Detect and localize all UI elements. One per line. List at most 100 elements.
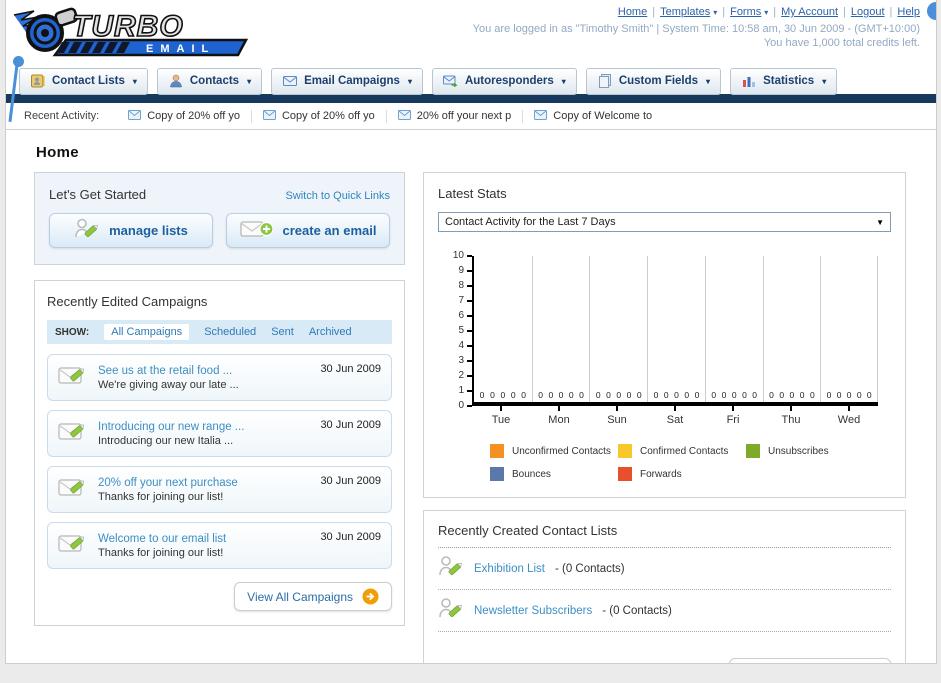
tab-email-campaigns[interactable]: Email Campaigns ▾ [271, 68, 423, 95]
create-an-email-label: create an email [282, 223, 377, 238]
create-an-email-button[interactable]: create an email [226, 213, 390, 248]
recent-activity-item-label: Copy of 20% off yo [147, 110, 240, 122]
filter-archived[interactable]: Archived [309, 326, 352, 338]
nav-separator: | [722, 6, 726, 18]
chevron-down-icon: ▾ [132, 76, 137, 86]
tab-statistics[interactable]: Statistics ▾ [730, 68, 838, 95]
chart-value-label: 0 [769, 390, 774, 400]
tab-contact-lists[interactable]: Contact Lists ▾ [19, 68, 148, 95]
chart-value-labels: 00000 [533, 390, 590, 400]
campaign-item[interactable]: Welcome to our email list Thanks for join… [47, 522, 392, 569]
nav-my-account[interactable]: My Account [781, 6, 838, 18]
tab-autoresponders-label: Autoresponders [464, 75, 554, 87]
view-all-campaigns-button[interactable]: View All Campaigns [234, 582, 392, 611]
chart-value-label: 0 [779, 390, 785, 400]
see-all-contact-lists-button[interactable]: See All Contact Lists [728, 658, 891, 663]
latest-stats-title: Latest Stats [438, 186, 507, 201]
manage-lists-label: manage lists [109, 223, 188, 238]
chevron-down-icon: ▼ [876, 217, 884, 227]
nav-help[interactable]: Help [897, 6, 920, 18]
x-tick-mark [732, 406, 734, 411]
filter-all-campaigns[interactable]: All Campaigns [104, 324, 190, 340]
x-tick-mark [674, 406, 676, 411]
small-envelope-icon [128, 109, 142, 123]
left-column: Let's Get Started Switch to Quick Links … [34, 172, 405, 626]
chart-value-label: 0 [538, 390, 543, 400]
campaign-title-link[interactable]: See us at the retail food ... [98, 365, 239, 377]
tab-email-campaigns-label: Email Campaigns [304, 75, 400, 87]
chart-value-label: 0 [510, 390, 516, 400]
envelope-plus-icon [239, 218, 274, 243]
campaign-date: 30 Jun 2009 [320, 419, 381, 431]
main-content: Home Let's Get Started Switch to Quick L… [6, 130, 936, 663]
x-tick-label: Thu [781, 414, 801, 426]
y-tick-label: 10 [452, 250, 464, 261]
tab-contacts-label: Contacts [189, 75, 240, 87]
campaign-filter-bar: SHOW: All Campaigns Scheduled Sent Archived [47, 320, 392, 344]
right-column: Latest Stats Contact Activity for the La… [423, 172, 906, 663]
contact-list-item[interactable]: Exhibition List - (0 Contacts) [438, 548, 891, 590]
nav-separator: | [843, 6, 846, 18]
recent-activity-item[interactable]: 20% off your next p [387, 109, 524, 123]
switch-to-quick-links-link[interactable]: Switch to Quick Links [285, 190, 390, 202]
recent-activity-item[interactable]: Copy of Welcome to [523, 109, 663, 123]
chart-value-label: 0 [752, 390, 758, 400]
stats-period-dropdown[interactable]: Contact Activity for the Last 7 Days ▼ [438, 212, 891, 232]
view-all-campaigns-label: View All Campaigns [247, 589, 353, 604]
help-bubble-dot [927, 2, 936, 20]
campaign-item[interactable]: Introducing our new range ... Introducing… [47, 410, 392, 457]
y-tick-label: 9 [458, 265, 464, 276]
recent-activity-item[interactable]: Copy of 20% off yo [252, 109, 387, 123]
campaign-date: 30 Jun 2009 [320, 363, 381, 375]
campaign-subtitle: We're giving away our late ... [98, 378, 239, 391]
campaign-title-link[interactable]: 20% off your next purchase [98, 477, 238, 489]
recent-activity-label: Recent Activity: [24, 110, 100, 122]
recent-activity-item[interactable]: Copy of 20% off yo [117, 109, 252, 123]
nav-forms[interactable]: Forms ▾ [730, 6, 768, 18]
nav-logout[interactable]: Logout [851, 6, 885, 18]
contact-list-item[interactable]: Newsletter Subscribers - (0 Contacts) [438, 590, 891, 632]
contact-list-link[interactable]: Newsletter Subscribers [474, 605, 592, 617]
nav-separator: | [773, 6, 777, 18]
filter-sent[interactable]: Sent [271, 326, 294, 338]
x-tick-label: Sat [666, 414, 684, 426]
manage-lists-button[interactable]: manage lists [49, 213, 213, 248]
tab-contacts[interactable]: Contacts ▾ [156, 68, 263, 95]
x-category-cell: Mon [530, 406, 588, 426]
campaign-text: Introducing our new range ... Introducing… [98, 421, 244, 447]
filter-scheduled[interactable]: Scheduled [204, 326, 256, 338]
campaign-title-link[interactable]: Introducing our new range ... [98, 421, 244, 433]
nav-home-label: Home [617, 6, 648, 18]
nav-home[interactable]: Home [618, 6, 647, 18]
x-tick-label: Fri [726, 414, 740, 426]
show-label: SHOW: [55, 326, 90, 338]
campaign-date: 30 Jun 2009 [320, 475, 381, 487]
y-tick-label: 5 [458, 325, 464, 336]
campaign-title-link[interactable]: Welcome to our email list [98, 533, 226, 545]
chart-value-label: 0 [653, 390, 659, 400]
legend-item-unsubscribes: Unsubscribes [746, 444, 891, 458]
x-tick-mark [848, 406, 850, 411]
campaign-date: 30 Jun 2009 [320, 531, 381, 543]
campaign-item[interactable]: 20% off your next purchase Thanks for joi… [47, 466, 392, 513]
legend-label: Unsubscribes [768, 445, 829, 457]
legend-swatch-forwards [618, 467, 632, 481]
recent-activity-items: Copy of 20% off yo Copy of 20% off yo 20% … [117, 109, 663, 123]
campaign-text: Welcome to our email list Thanks for join… [98, 533, 226, 559]
chart-value-label: 0 [606, 390, 611, 400]
svg-text:EMAIL: EMAIL [146, 43, 215, 55]
chart-y-axis: 0 1 2 3 4 5 6 7 8 9 10 [444, 251, 472, 411]
x-tick-label: Sun [607, 414, 627, 426]
campaign-item[interactable]: See us at the retail food ... We're givin… [47, 354, 392, 401]
tab-autoresponders[interactable]: Autoresponders ▾ [431, 68, 577, 95]
y-tick-label: 3 [458, 355, 464, 366]
nav-templates[interactable]: Templates ▾ [660, 6, 717, 18]
stats-period-value: Contact Activity for the Last 7 Days [445, 216, 616, 228]
chart-x-axis: Tue Mon Sun Sat Fri Thu Wed [472, 406, 878, 426]
tab-custom-fields[interactable]: Custom Fields ▾ [585, 68, 722, 95]
page-title: Home [36, 144, 79, 161]
contact-list-count: - (0 Contacts) [554, 562, 625, 575]
contact-list-link[interactable]: Exhibition List [474, 563, 545, 575]
x-tick-mark [616, 406, 618, 411]
campaign-list: See us at the retail food ... We're givin… [47, 354, 392, 569]
